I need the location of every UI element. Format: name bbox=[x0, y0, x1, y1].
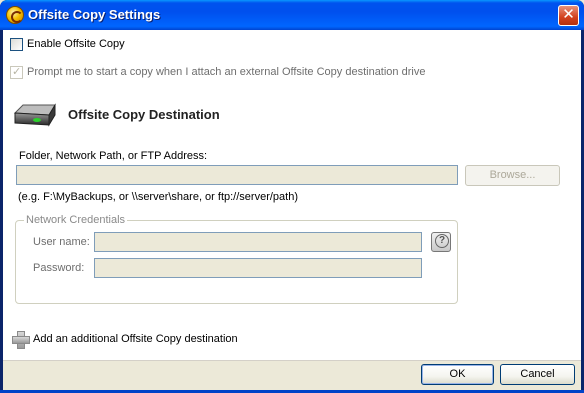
prompt-on-attach-label[interactable]: Prompt me to start a copy when I attach … bbox=[27, 66, 425, 78]
username-label: User name: bbox=[33, 236, 90, 248]
enable-offsite-copy-label[interactable]: Enable Offsite Copy bbox=[27, 38, 125, 50]
password-label: Password: bbox=[33, 262, 85, 274]
destination-path-field[interactable] bbox=[16, 165, 458, 185]
cancel-button[interactable]: Cancel bbox=[500, 364, 575, 385]
destination-path-label: Folder, Network Path, or FTP Address: bbox=[19, 150, 208, 162]
window-title: Offsite Copy Settings bbox=[28, 7, 161, 22]
ok-button[interactable]: OK bbox=[421, 364, 494, 385]
app-logo-icon bbox=[6, 6, 24, 24]
destination-section-title: Offsite Copy Destination bbox=[68, 107, 220, 122]
password-field[interactable] bbox=[94, 258, 422, 278]
username-field[interactable] bbox=[94, 232, 422, 252]
help-icon[interactable] bbox=[431, 232, 451, 252]
add-destination-link[interactable]: Add an additional Offsite Copy destinati… bbox=[33, 333, 238, 345]
title-bar[interactable]: Offsite Copy Settings ✕ bbox=[0, 0, 584, 30]
dialog-window: Offsite Copy Settings ✕ Enable Offsite C… bbox=[0, 0, 584, 393]
network-credentials-legend: Network Credentials bbox=[24, 214, 128, 226]
prompt-on-attach-checkbox[interactable] bbox=[10, 65, 23, 79]
close-button[interactable]: ✕ bbox=[558, 5, 579, 26]
browse-button[interactable]: Browse... bbox=[465, 165, 560, 186]
enable-offsite-copy-checkbox[interactable] bbox=[10, 38, 23, 51]
dialog-footer: OK Cancel bbox=[3, 360, 581, 390]
plus-icon[interactable] bbox=[12, 331, 30, 349]
dialog-content: Enable Offsite Copy Prompt me to start a… bbox=[3, 30, 581, 390]
destination-example-text: (e.g. F:\MyBackups, or \\server\share, o… bbox=[18, 191, 298, 203]
drive-icon bbox=[13, 103, 56, 127]
